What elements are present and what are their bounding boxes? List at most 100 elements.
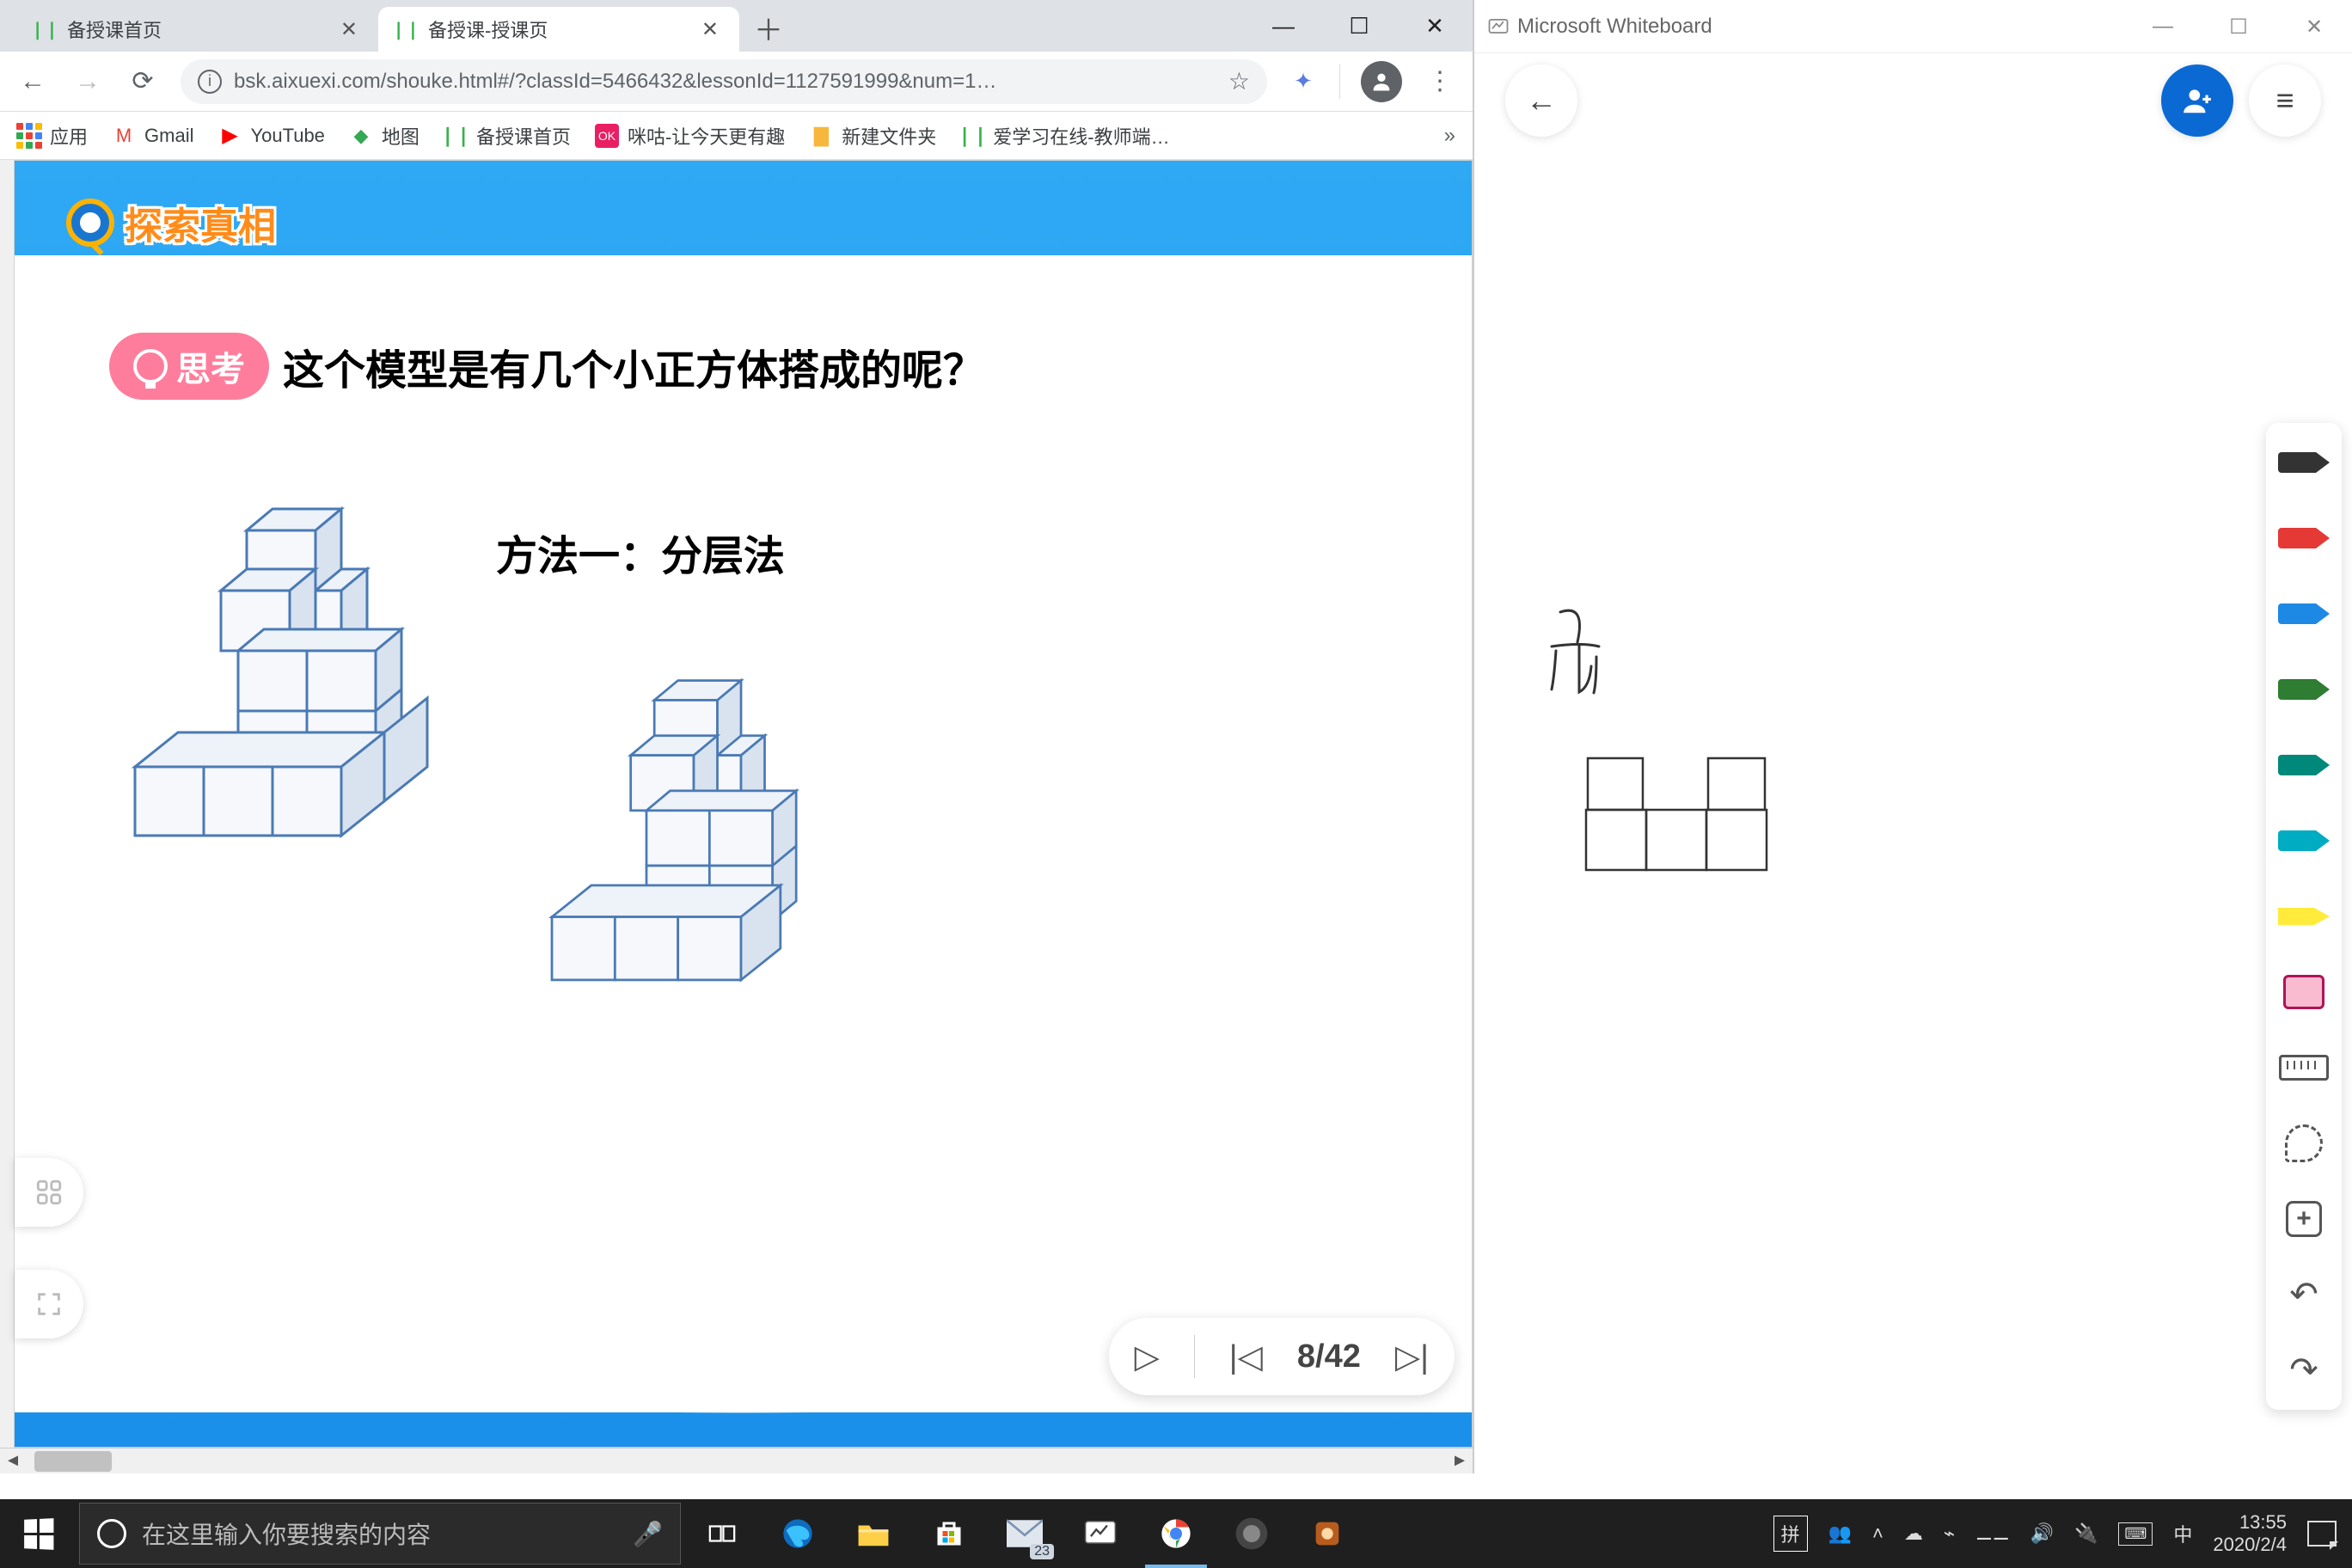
pen-blue[interactable] xyxy=(2274,588,2334,640)
minimize-button[interactable]: ― xyxy=(2125,0,2201,53)
bookmark-label: 咪咕-让今天更有趣 xyxy=(628,122,785,150)
bulb-icon xyxy=(133,349,168,383)
bookmarks-overflow[interactable]: » xyxy=(1444,124,1455,148)
tab-label: 备授课首页 xyxy=(67,15,325,43)
add-button[interactable]: + xyxy=(2274,1193,2334,1245)
new-tab-button[interactable]: ＋ xyxy=(748,7,789,48)
lang-indicator[interactable]: 中 xyxy=(2173,1520,2192,1547)
browser-tab-2[interactable]: ❘❘ 备授课-授课页 ✕ xyxy=(378,7,739,52)
bookmark-item[interactable]: ❘❘ 备授课首页 xyxy=(444,122,571,150)
keyboard-icon[interactable]: ⌨ xyxy=(2118,1522,2153,1546)
eraser[interactable] xyxy=(2274,966,2334,1018)
back-button[interactable]: ← xyxy=(1505,64,1577,137)
start-button[interactable] xyxy=(0,1499,76,1568)
method-text: 方法一：分层法 xyxy=(496,522,785,582)
question-text: 这个模型是有几个小正方体搭成的呢？ xyxy=(283,336,984,396)
sketch-boxes xyxy=(1577,750,1801,887)
power-icon[interactable]: 🔌 xyxy=(2074,1522,2098,1545)
bookmark-label: 应用 xyxy=(50,122,88,150)
think-badge: 思考 xyxy=(109,333,269,400)
whiteboard-topbar: ← ≡ xyxy=(1474,53,2352,148)
close-button[interactable]: ✕ xyxy=(1397,0,1473,52)
site-info-icon[interactable]: i xyxy=(198,70,222,94)
bookmark-item[interactable]: ❘❘ 爱学习在线-教师端… xyxy=(960,122,1169,150)
notifications-icon[interactable] xyxy=(2307,1521,2337,1547)
profile-avatar[interactable] xyxy=(1361,61,1402,102)
clock[interactable]: 13:55 2020/2/4 xyxy=(2213,1511,2287,1556)
chrome-taskbar-icon[interactable] xyxy=(1138,1499,1214,1568)
bookmark-gmail[interactable]: M Gmail xyxy=(112,124,193,148)
minimize-button[interactable]: ― xyxy=(1246,0,1321,52)
taskbar-search[interactable]: 在这里输入你要搜索的内容 🎤 xyxy=(79,1503,681,1565)
pen-red[interactable] xyxy=(2274,512,2334,564)
forward-button[interactable]: → xyxy=(70,64,105,99)
extension-icon[interactable]: ✦ xyxy=(1288,66,1319,97)
bookmarks-bar: 应用 M Gmail ▶ YouTube ◆ 地图 ❘❘ 备授课首页 OK 咪咕… xyxy=(0,112,1473,160)
section-title: 探索真相 xyxy=(66,195,276,250)
address-bar[interactable]: i bsk.aixuexi.com/shouke.html#/?classId=… xyxy=(181,59,1267,104)
task-view-icon[interactable] xyxy=(684,1499,760,1568)
edge-icon[interactable] xyxy=(760,1499,836,1568)
people-icon[interactable]: 👥 xyxy=(1828,1522,1852,1545)
prev-slide-button[interactable]: |◁ xyxy=(1229,1338,1263,1376)
bookmark-label: 爱学习在线-教师端… xyxy=(993,122,1169,150)
date: 2020/2/4 xyxy=(2213,1534,2287,1556)
wifi-icon[interactable]: ⚊⚊ xyxy=(1975,1522,2009,1545)
chrome-menu-button[interactable]: ⋮ xyxy=(1423,64,1457,99)
pen-green[interactable] xyxy=(2274,664,2334,715)
onedrive-icon[interactable]: ☁ xyxy=(1904,1522,1923,1545)
pen-teal[interactable] xyxy=(2274,739,2334,791)
chrome-titlebar: ❘❘ 备授课首页 ✕ ❘❘ 备授课-授课页 ✕ ＋ ― ☐ ✕ xyxy=(0,0,1473,52)
slide-tool-fullscreen[interactable] xyxy=(15,1270,83,1338)
pen-black[interactable] xyxy=(2274,437,2334,488)
browser-tab-1[interactable]: ❘❘ 备授课首页 ✕ xyxy=(17,7,378,52)
redo-button[interactable]: ↷ xyxy=(2274,1344,2334,1396)
close-tab-icon[interactable]: ✕ xyxy=(335,14,363,46)
bookmark-label: 新建文件夹 xyxy=(842,122,936,150)
whiteboard-canvas[interactable]: + ↶ ↷ xyxy=(1474,148,2352,1473)
maximize-button[interactable]: ☐ xyxy=(1321,0,1397,52)
slide-controls: ▷ |◁ 8/42 ▷| xyxy=(1109,1318,1455,1395)
bookmark-star-icon[interactable]: ☆ xyxy=(1228,67,1250,95)
reload-button[interactable]: ⟳ xyxy=(126,64,160,99)
invite-button[interactable] xyxy=(2161,64,2233,137)
whiteboard-titlebar: Microsoft Whiteboard ― ☐ ✕ xyxy=(1474,0,2352,53)
store-icon[interactable] xyxy=(911,1499,987,1568)
tab-favicon: ❘❘ xyxy=(33,17,57,41)
horizontal-scrollbar[interactable]: ◄► xyxy=(0,1448,1473,1473)
ruler[interactable] xyxy=(2274,1042,2334,1093)
lasso[interactable] xyxy=(2274,1118,2334,1169)
ime-indicator[interactable]: 拼 xyxy=(1773,1516,1808,1552)
app-icon-grey[interactable] xyxy=(1214,1499,1289,1568)
mail-icon[interactable]: 23 xyxy=(987,1499,1063,1568)
tab-label: 备授课-授课页 xyxy=(428,15,686,43)
settings-menu-button[interactable]: ≡ xyxy=(2249,64,2321,137)
divider xyxy=(1339,64,1340,99)
folder-icon: ▇ xyxy=(809,124,833,148)
app-icon-orange[interactable] xyxy=(1289,1499,1365,1568)
network-icon[interactable]: ⌁ xyxy=(1944,1522,1955,1545)
play-button[interactable]: ▷ xyxy=(1135,1338,1160,1376)
back-button[interactable]: ← xyxy=(15,64,50,99)
maximize-button[interactable]: ☐ xyxy=(2201,0,2276,53)
slide-tool-grid[interactable] xyxy=(15,1158,83,1227)
bookmark-apps[interactable]: 应用 xyxy=(17,122,88,150)
highlighter[interactable] xyxy=(2274,891,2334,942)
tray-overflow-icon[interactable]: ˄ xyxy=(1872,1522,1883,1545)
bookmark-maps[interactable]: ◆ 地图 xyxy=(349,122,420,150)
bookmark-folder[interactable]: ▇ 新建文件夹 xyxy=(809,122,936,150)
next-slide-button[interactable]: ▷| xyxy=(1395,1338,1429,1376)
whiteboard-window: Microsoft Whiteboard ― ☐ ✕ ← ≡ xyxy=(1473,0,2352,1473)
bookmark-youtube[interactable]: ▶ YouTube xyxy=(217,124,324,148)
pen-cyan[interactable] xyxy=(2274,815,2334,867)
bookmark-label: 备授课首页 xyxy=(476,122,571,150)
volume-icon[interactable]: 🔊 xyxy=(2030,1522,2054,1545)
close-button[interactable]: ✕ xyxy=(2276,0,2352,53)
bookmark-item[interactable]: OK 咪咕-让今天更有趣 xyxy=(595,122,785,150)
whiteboard-taskbar-icon[interactable] xyxy=(1063,1499,1138,1568)
explorer-icon[interactable] xyxy=(836,1499,911,1568)
site-icon: ❘❘ xyxy=(444,124,468,148)
mic-icon[interactable]: 🎤 xyxy=(633,1520,663,1548)
undo-button[interactable]: ↶ xyxy=(2274,1269,2334,1320)
close-tab-icon[interactable]: ✕ xyxy=(696,14,724,46)
